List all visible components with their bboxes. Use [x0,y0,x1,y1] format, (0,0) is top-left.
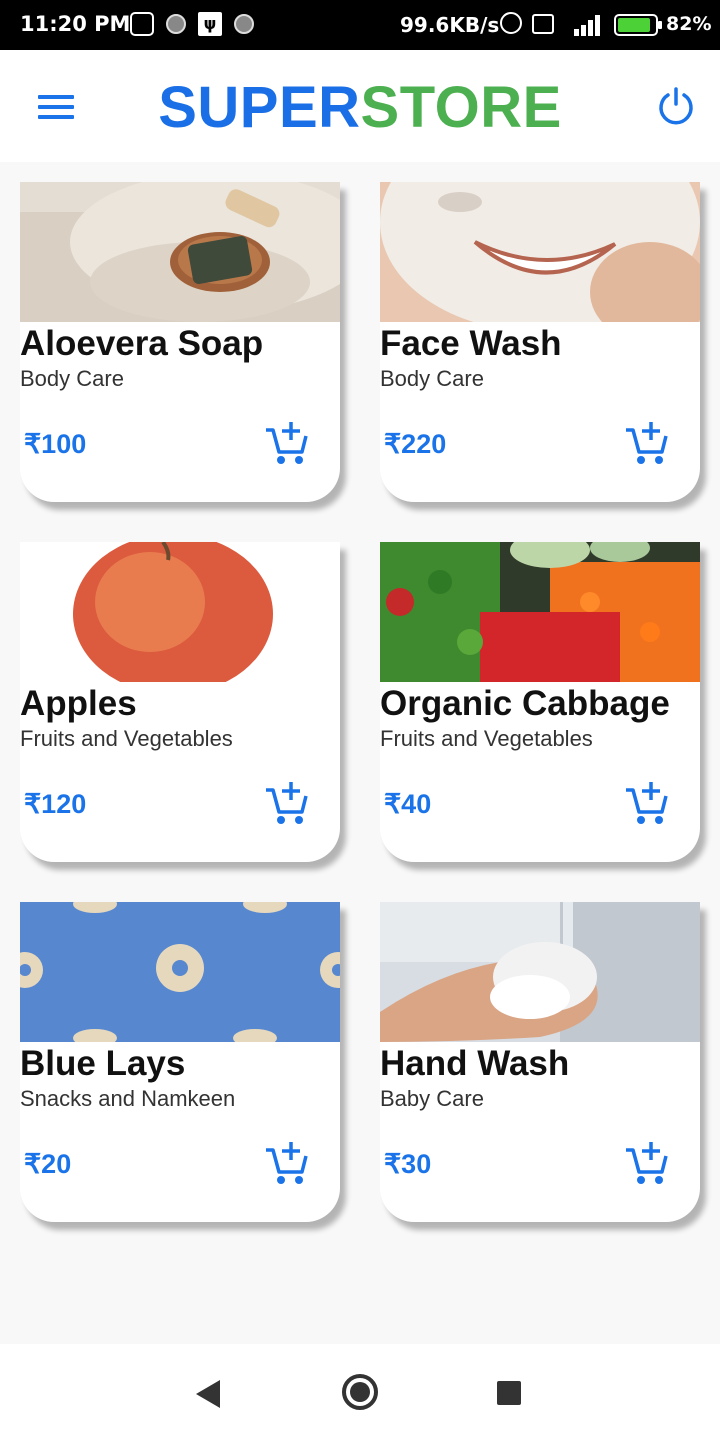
usb-icon: ψ [198,12,222,36]
recents-icon[interactable] [497,1381,521,1405]
back-icon[interactable] [196,1380,220,1408]
product-price: ₹120 [24,789,87,819]
product-price: ₹220 [384,429,447,459]
product-card[interactable]: Apples Fruits and Vegetables ₹120 [20,542,340,862]
product-name: Aloevera Soap [20,324,264,363]
donuts-photo [20,902,340,1042]
product-name: Hand Wash [380,1044,570,1083]
volte-icon [532,14,554,34]
brand-part-store: STORE [360,75,562,140]
status-bar: 11:20 PM ψ 99.6KB/s 82% [0,0,720,50]
face-wash-photo [380,182,700,322]
add-to-cart-icon[interactable] [264,420,310,466]
product-name: Organic Cabbage [380,684,670,723]
brand-title: SUPERSTORE [0,74,720,141]
alarm-icon [500,12,522,34]
product-name: Apples [20,684,137,723]
hand-wash-photo [380,902,700,1042]
product-price: ₹20 [24,1149,72,1179]
circle-notification-icon [166,14,186,34]
product-price: ₹40 [384,789,432,819]
product-category: Baby Care [380,1086,484,1111]
app-bar: SUPERSTORE [0,50,720,162]
add-to-cart-icon[interactable] [624,780,670,826]
apple-photo [20,542,340,682]
product-card[interactable]: Hand Wash Baby Care ₹30 [380,902,700,1222]
product-category: Fruits and Vegetables [380,726,593,751]
system-nav-bar [0,1344,720,1440]
product-price: ₹30 [384,1149,432,1179]
product-category: Body Care [380,366,484,391]
product-category: Fruits and Vegetables [20,726,233,751]
product-category: Snacks and Namkeen [20,1086,236,1111]
home-icon[interactable] [342,1374,378,1410]
battery-charging-icon [614,14,662,36]
network-speed: 99.6KB/s [400,13,500,37]
battery-percent: 82% [666,13,712,35]
product-card[interactable]: Organic Cabbage Fruits and Vegetables ₹4… [380,542,700,862]
add-to-cart-icon[interactable] [624,1140,670,1186]
product-name: Face Wash [380,324,562,363]
soap-photo [20,182,340,322]
product-price: ₹100 [24,429,87,459]
product-category: Body Care [20,366,124,391]
product-card[interactable]: Blue Lays Snacks and Namkeen ₹20 [20,902,340,1222]
peppers-photo [380,542,700,682]
app-notification-icon [130,12,154,36]
power-icon[interactable] [656,86,696,126]
add-to-cart-icon[interactable] [264,780,310,826]
add-to-cart-icon[interactable] [624,420,670,466]
notification-icons: ψ [130,12,254,36]
signal-icon [566,12,602,36]
status-time: 11:20 PM [20,12,131,36]
product-name: Blue Lays [20,1044,186,1083]
circle-notification-icon-2 [234,14,254,34]
add-to-cart-icon[interactable] [264,1140,310,1186]
product-card[interactable]: Face Wash Body Care ₹220 [380,182,700,502]
brand-part-super: SUPER [158,75,361,140]
product-card[interactable]: Aloevera Soap Body Care ₹100 [20,182,340,502]
